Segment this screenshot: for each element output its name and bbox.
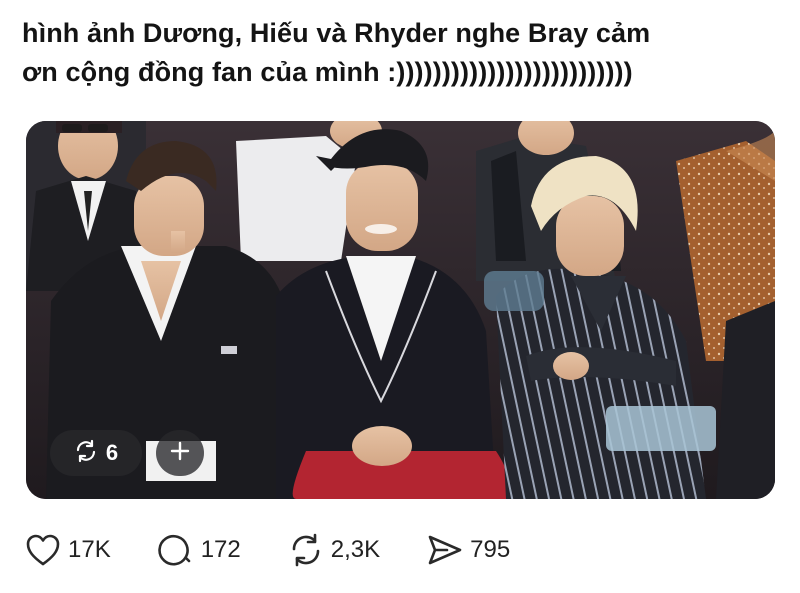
post-text: hình ảnh Dương, Hiếu và Rhyder nghe Bray…: [22, 14, 792, 92]
share-icon: [426, 531, 464, 569]
reply-icon: [157, 531, 195, 569]
repost-button[interactable]: 2,3K: [287, 531, 380, 569]
repost-icon: [74, 439, 98, 468]
post-actions: 17K 172 2,3K 795: [24, 530, 556, 570]
repost-icon: [287, 531, 325, 569]
post-text-line-1: hình ảnh Dương, Hiếu và Rhyder nghe Bray…: [22, 18, 651, 48]
heart-icon: [24, 531, 62, 569]
share-count: 795: [470, 536, 511, 563]
reply-count: 172: [200, 536, 241, 563]
add-button[interactable]: [156, 430, 204, 476]
post-text-line-2: ơn cộng đồng fan của mình :)))))))))))))…: [22, 57, 633, 87]
like-button[interactable]: 17K: [24, 531, 111, 569]
share-button[interactable]: 795: [426, 531, 510, 569]
repost-count-pill[interactable]: 6: [50, 430, 142, 476]
repost-count-label: 2,3K: [330, 536, 381, 563]
repost-count: 6: [105, 440, 119, 465]
reply-button[interactable]: 172: [157, 531, 241, 569]
like-count: 17K: [68, 536, 111, 563]
plus-icon: [169, 440, 191, 467]
